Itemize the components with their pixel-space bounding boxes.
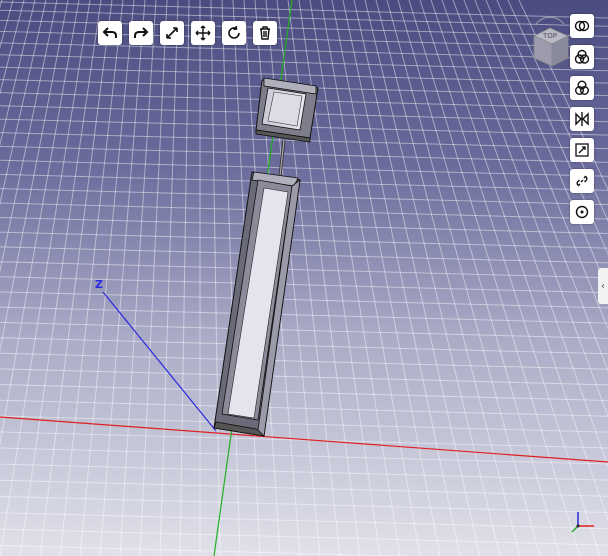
navigation-cube[interactable]: TOP xyxy=(528,14,572,74)
redo-button[interactable] xyxy=(129,21,153,45)
ground-grid xyxy=(0,0,608,556)
rotate-button[interactable] xyxy=(222,21,246,45)
mirror-icon xyxy=(575,112,589,126)
mirror-button[interactable] xyxy=(570,107,594,131)
undo-button[interactable] xyxy=(98,21,122,45)
intersect-icon xyxy=(575,80,589,95)
boolean-toolbar xyxy=(570,14,594,224)
link-icon xyxy=(576,175,588,187)
edit-toolbar xyxy=(98,21,277,45)
3d-viewport[interactable]: Z TOP ‹ xyxy=(0,0,608,556)
trash-icon xyxy=(260,26,270,40)
measure-button[interactable] xyxy=(160,21,184,45)
subtract-button[interactable] xyxy=(570,45,594,69)
chevron-left-icon: ‹ xyxy=(601,280,605,292)
scale-icon xyxy=(575,143,589,157)
link-button[interactable] xyxy=(570,169,594,193)
scale-button[interactable] xyxy=(570,138,594,162)
intersect-button[interactable] xyxy=(570,76,594,100)
undo-icon xyxy=(102,27,117,38)
measure-icon xyxy=(166,27,178,39)
union-button[interactable] xyxy=(570,14,594,38)
redo-icon xyxy=(134,27,149,38)
rotate-icon xyxy=(228,25,240,39)
target-icon xyxy=(575,205,589,219)
center-button[interactable] xyxy=(570,200,594,224)
small-box-object xyxy=(255,77,319,143)
z-axis xyxy=(102,291,217,432)
orientation-axes-indicator xyxy=(571,512,594,533)
side-panel-toggle[interactable]: ‹ xyxy=(598,268,608,304)
move-button[interactable] xyxy=(191,21,215,45)
delete-button[interactable] xyxy=(253,21,277,45)
nav-cube-face-label: TOP xyxy=(542,32,557,40)
z-axis-label: Z xyxy=(95,278,103,291)
union-icon xyxy=(574,20,590,32)
move-icon xyxy=(195,25,211,41)
subtract-icon xyxy=(574,49,590,64)
scene-canvas[interactable] xyxy=(0,0,608,556)
